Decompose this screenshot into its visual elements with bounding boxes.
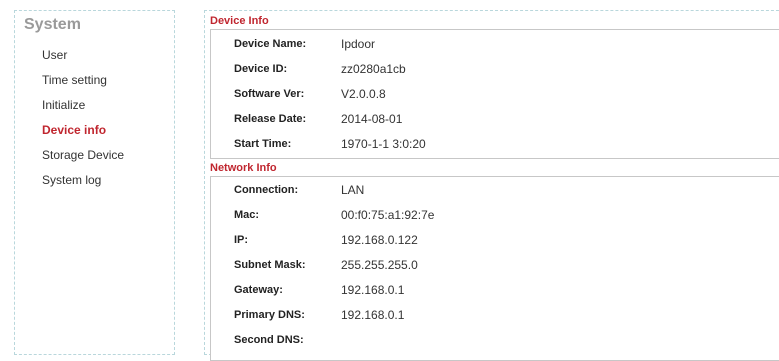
software-ver-value: V2.0.0.8 (341, 87, 386, 101)
release-date-value: 2014-08-01 (341, 112, 403, 126)
ip-label: IP: (234, 234, 249, 246)
device-info-box: Device Name: Ipdoor Device ID: zz0280a1c… (210, 29, 779, 159)
info-row: Software Ver: V2.0.0.8 (211, 82, 779, 107)
info-row: Subnet Mask: 255.255.255.0 (211, 253, 779, 278)
device-name-label: Device Name: (234, 38, 307, 50)
subnet-mask-value: 255.255.255.0 (341, 258, 418, 272)
device-name-value: Ipdoor (341, 37, 376, 51)
primary-dns-value: 192.168.0.1 (341, 308, 405, 322)
network-info-title: Network Info (210, 162, 277, 174)
gateway-value: 192.168.0.1 (341, 283, 405, 297)
main-panel: Device Info Device Name: Ipdoor Device I… (204, 10, 779, 361)
start-time-label: Start Time: (234, 138, 292, 150)
sidebar-item-storage-device[interactable]: Storage Device (42, 148, 124, 162)
sidebar-item-user[interactable]: User (42, 48, 67, 62)
network-info-box: Connection: LAN Mac: 00:f0:75:a1:92:7e I… (210, 176, 779, 361)
subnet-mask-label: Subnet Mask: (234, 259, 306, 271)
info-row: Second DNS: (211, 328, 779, 353)
device-info-title: Device Info (210, 15, 269, 27)
connection-value: LAN (341, 183, 365, 197)
sidebar-title: System (24, 16, 81, 33)
connection-label: Connection: (234, 184, 299, 196)
info-row: Gateway: 192.168.0.1 (211, 278, 779, 303)
sidebar: System User Time setting Initialize Devi… (14, 10, 175, 355)
primary-dns-label: Primary DNS: (234, 309, 305, 321)
mac-value: 00:f0:75:a1:92:7e (341, 208, 435, 222)
info-row: Release Date: 2014-08-01 (211, 107, 779, 132)
device-id-value: zz0280a1cb (341, 62, 406, 76)
info-row: Connection: LAN (211, 178, 779, 203)
info-row: Device Name: Ipdoor (211, 32, 779, 57)
info-row: Device ID: zz0280a1cb (211, 57, 779, 82)
ip-value: 192.168.0.122 (341, 233, 418, 247)
software-ver-label: Software Ver: (234, 88, 305, 100)
sidebar-item-time-setting[interactable]: Time setting (42, 73, 107, 87)
mac-label: Mac: (234, 209, 260, 221)
release-date-label: Release Date: (234, 113, 307, 125)
info-row: Mac: 00:f0:75:a1:92:7e (211, 203, 779, 228)
sidebar-item-initialize[interactable]: Initialize (42, 98, 85, 112)
sidebar-item-system-log[interactable]: System log (42, 173, 101, 187)
info-row: Start Time: 1970-1-1 3:0:20 (211, 132, 779, 157)
start-time-value: 1970-1-1 3:0:20 (341, 137, 426, 151)
device-id-label: Device ID: (234, 63, 288, 75)
info-row: Primary DNS: 192.168.0.1 (211, 303, 779, 328)
info-row: IP: 192.168.0.122 (211, 228, 779, 253)
gateway-label: Gateway: (234, 284, 283, 296)
sidebar-item-device-info[interactable]: Device info (42, 123, 106, 137)
second-dns-label: Second DNS: (234, 334, 304, 346)
